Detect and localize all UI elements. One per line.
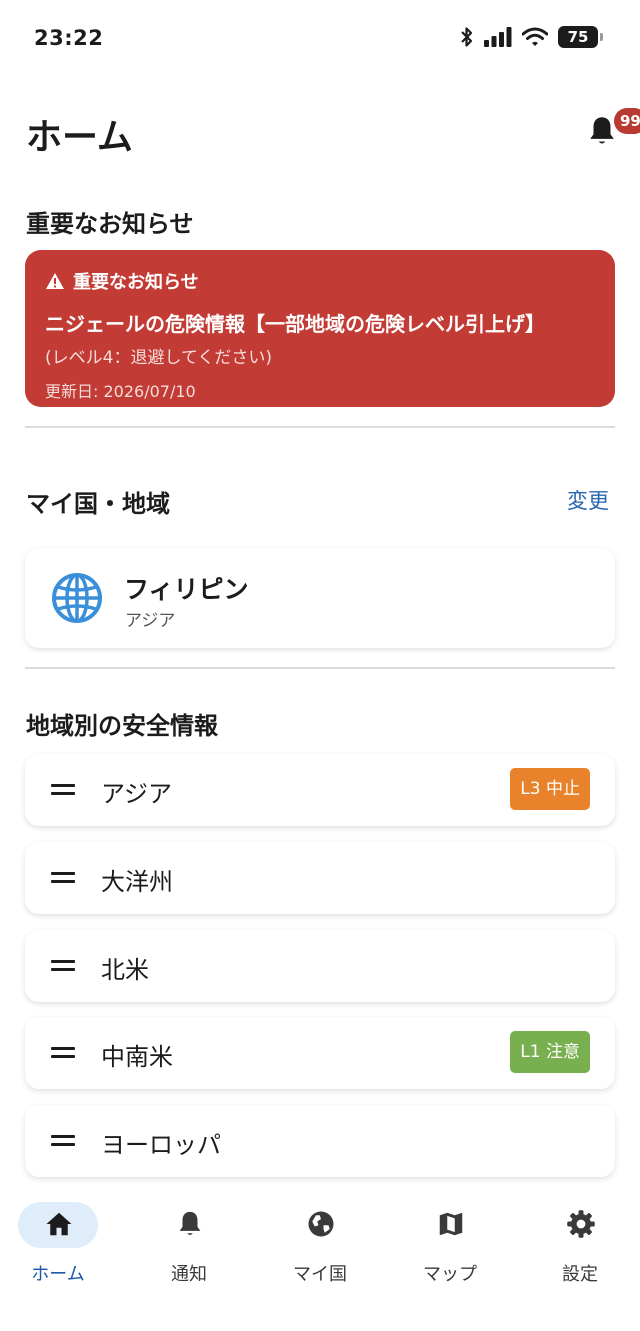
- country-name: フィリピン: [124, 575, 249, 604]
- country-region: アジア: [125, 611, 176, 631]
- nav-item-map[interactable]: マップ: [395, 1190, 505, 1290]
- drag-handle-icon[interactable]: [51, 1046, 75, 1060]
- level-badge: L3 中止: [510, 768, 590, 810]
- alert-updated-date: 更新日: 2026/07/10: [45, 382, 196, 401]
- nav-label: マイ国: [293, 1264, 347, 1285]
- region-label: 大洋州: [101, 868, 173, 896]
- region-item-europe[interactable]: ヨーロッパ: [25, 1105, 615, 1177]
- warning-icon: [46, 273, 64, 289]
- cellular-signal-icon: [484, 27, 512, 47]
- map-icon: [439, 1212, 463, 1236]
- status-icons: 75: [460, 26, 603, 48]
- region-item-north-america[interactable]: 北米: [25, 930, 615, 1002]
- nav-item-notifications[interactable]: 通知: [134, 1190, 244, 1290]
- important-alert-card[interactable]: 重要なお知らせ ニジェールの危険情報【一部地域の危険レベル引上げ】 (レベル4：…: [25, 250, 615, 407]
- region-label: 中南米: [101, 1043, 173, 1071]
- drag-handle-icon[interactable]: [51, 959, 75, 973]
- region-label: アジア: [101, 780, 173, 808]
- alert-header: 重要なお知らせ: [45, 268, 595, 294]
- notification-count-badge: 99: [614, 108, 640, 134]
- important-section-title: 重要なお知らせ: [26, 210, 194, 238]
- drag-handle-icon[interactable]: [51, 871, 75, 885]
- region-label: ヨーロッパ: [101, 1131, 221, 1159]
- my-country-section-title: マイ国・地域: [26, 490, 170, 518]
- regions-section-title: 地域別の安全情報: [26, 712, 218, 740]
- nav-item-home[interactable]: ホーム: [3, 1190, 113, 1290]
- nav-label: 通知: [171, 1264, 207, 1285]
- change-country-link[interactable]: 変更: [567, 485, 609, 515]
- region-item-oceania[interactable]: 大洋州: [25, 842, 615, 914]
- drag-handle-icon[interactable]: [51, 1134, 75, 1148]
- nav-label: 設定: [562, 1264, 598, 1285]
- globe-icon: [52, 573, 102, 623]
- page-title: ホーム: [26, 117, 133, 158]
- nav-item-my-country[interactable]: マイ国: [265, 1190, 375, 1290]
- alert-label: 重要なお知らせ: [73, 272, 199, 293]
- home-icon: [46, 1212, 72, 1236]
- my-country-card[interactable]: フィリピン アジア: [25, 548, 615, 648]
- level-badge: L1 注意: [510, 1031, 590, 1073]
- region-item-latin-america[interactable]: 中南米 L1 注意: [25, 1017, 615, 1089]
- gear-icon: [567, 1210, 595, 1238]
- region-item-asia[interactable]: アジア L3 中止: [25, 754, 615, 826]
- nav-item-settings[interactable]: 設定: [525, 1190, 635, 1290]
- bottom-navigation: ホーム 通知 マイ国 マップ 設定: [0, 1190, 640, 1331]
- region-label: 北米: [101, 956, 149, 984]
- nav-label: ホーム: [31, 1264, 85, 1285]
- alert-subtitle: (レベル4：退避してください): [45, 348, 273, 368]
- battery-indicator: 75: [558, 26, 603, 48]
- status-time: 23:22: [34, 26, 104, 50]
- drag-handle-icon[interactable]: [51, 783, 75, 797]
- divider: [25, 426, 615, 428]
- status-bar: 23:22 75: [0, 0, 640, 80]
- globe-icon: [308, 1211, 334, 1237]
- bluetooth-icon: [461, 27, 473, 47]
- nav-label: マップ: [423, 1264, 477, 1285]
- bell-icon: [179, 1211, 201, 1235]
- alert-title: ニジェールの危険情報【一部地域の危険レベル引上げ】: [45, 312, 545, 336]
- battery-level: 75: [567, 28, 589, 46]
- divider: [25, 667, 615, 669]
- wifi-icon: [522, 27, 548, 46]
